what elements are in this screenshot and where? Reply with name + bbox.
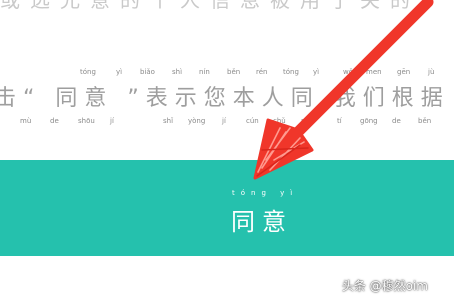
agree-pinyin: tóng yì — [232, 189, 299, 197]
agree-button[interactable]: tóng yì 同意 — [0, 160, 454, 256]
pinyin: gōng — [360, 117, 378, 125]
pinyin-row-bottom: mù de shōu jí shǐ yòng jí cún chǔ nín tí… — [0, 117, 454, 129]
pinyin: tóng — [283, 68, 299, 76]
pinyin: jí — [110, 117, 114, 125]
pinyin: shì — [172, 68, 183, 76]
pinyin: běn — [418, 117, 432, 125]
watermark-text: 头条 @穆然oim — [341, 279, 428, 293]
pinyin: tóng — [80, 68, 96, 76]
pinyin: chǔ — [273, 117, 286, 125]
pinyin: men — [366, 68, 382, 76]
pinyin: yì — [313, 68, 320, 76]
pinyin: de — [392, 117, 401, 125]
pinyin: de — [50, 117, 59, 125]
pinyin: wǒ — [343, 68, 354, 76]
red-arrow-icon — [253, 0, 434, 180]
clipped-text-line: 或选允意的个人信息被用于关的 — [0, 0, 420, 12]
pinyin: rén — [256, 68, 268, 76]
pinyin: tí — [337, 117, 342, 125]
pinyin: yì — [116, 68, 123, 76]
pinyin: yòng — [188, 117, 206, 125]
consent-text: 击“ 同意 ”表示您本人同 我们根据 — [0, 86, 450, 108]
pinyin-row-top: tóng yì biǎo shì nín běn rén tóng yì wǒ … — [0, 68, 454, 80]
pinyin: shōu — [78, 117, 95, 125]
page-frame: 或选允意的个人信息被用于关的 tóng yì biǎo shì nín běn … — [0, 0, 454, 304]
pinyin: mù — [20, 117, 32, 125]
pinyin: běn — [227, 68, 241, 76]
pinyin: jí — [222, 117, 226, 125]
agree-label: 同意 — [231, 208, 293, 236]
pinyin: nín — [301, 117, 312, 125]
pinyin: cún — [246, 117, 259, 125]
pinyin: shǐ — [163, 117, 174, 125]
pinyin: gēn — [397, 68, 411, 76]
pinyin: nín — [199, 68, 210, 76]
pinyin: biǎo — [140, 68, 155, 76]
pinyin: jù — [428, 68, 435, 76]
agree-bar: tóng yì 同意 — [0, 160, 454, 256]
